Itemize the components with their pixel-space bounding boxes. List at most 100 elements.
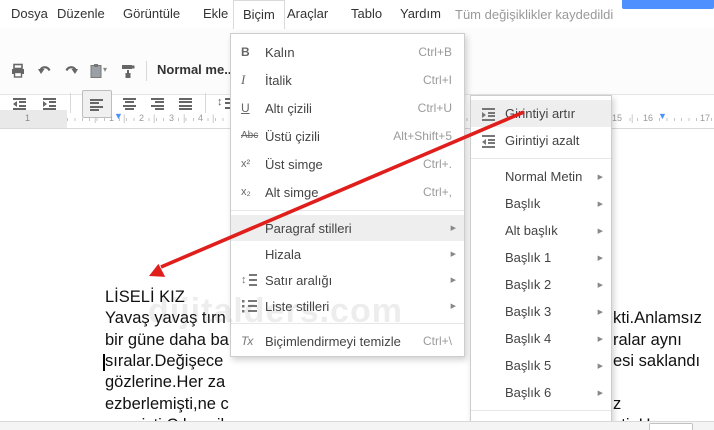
undo-icon[interactable] xyxy=(33,59,57,83)
align-right-icon[interactable] xyxy=(146,91,170,115)
format-menu-item[interactable]: U Altı çizili Ctrl+U xyxy=(231,94,464,122)
format-menu-item[interactable]: x₂ Alt simge Ctrl+, xyxy=(231,178,464,206)
menu-item-icon: B xyxy=(241,45,250,59)
menu-item-icon xyxy=(241,299,265,313)
increase-indent-icon[interactable] xyxy=(38,91,62,115)
menubar-item[interactable]: Ekle xyxy=(194,0,237,27)
menubar-item[interactable]: Yardım xyxy=(391,0,450,27)
format-menu-item[interactable]: Liste stilleri ▶ xyxy=(231,293,464,319)
scrollbar-thumb[interactable] xyxy=(649,423,693,430)
submenu-item[interactable]: Başlık ▶ xyxy=(471,190,611,217)
paste-dropdown-caret-icon[interactable]: ▾ xyxy=(103,65,107,74)
format-menu-item[interactable]: x² Üst simge Ctrl+. xyxy=(231,150,464,178)
menubar-item[interactable]: Tablo xyxy=(342,0,391,27)
menu-item-shortcut: Ctrl+, xyxy=(422,185,452,199)
submenu-item[interactable]: Girintiyi azalt xyxy=(471,127,611,154)
submenu-arrow-icon: ▶ xyxy=(597,362,603,370)
menu-item-label: Alt başlık xyxy=(505,223,558,238)
document-text-left[interactable]: ezberlemişti,ne c xyxy=(105,395,229,414)
format-menu-item[interactable]: Abc Üstü çizili Alt+Shift+5 xyxy=(231,122,464,150)
paragraph-style-dropdown[interactable]: Normal me... xyxy=(157,62,235,77)
menu-item-shortcut: Ctrl+. xyxy=(422,157,452,171)
format-menu-item[interactable]: B Kalın Ctrl+B xyxy=(231,38,464,66)
submenu-arrow-icon: ▶ xyxy=(597,308,603,316)
menu-item-icon xyxy=(231,323,255,324)
menu-item-icon: Abc xyxy=(241,130,259,141)
menu-item-label: Girintiyi artır xyxy=(505,106,576,121)
decrease-indent-icon[interactable] xyxy=(8,91,32,115)
submenu-item[interactable]: Başlık 4 ▶ xyxy=(471,325,611,352)
menubar-item[interactable]: Araçlar xyxy=(278,0,337,27)
text-cursor xyxy=(103,354,105,371)
menubar-item[interactable]: Görüntüle xyxy=(114,0,189,27)
toolbar-separator xyxy=(205,93,206,113)
submenu-arrow-icon: ▶ xyxy=(450,225,456,232)
menu-item-icon xyxy=(481,359,505,373)
menu-item-icon: x₂ xyxy=(241,186,251,198)
submenu-item[interactable] xyxy=(471,158,611,159)
menubar-item[interactable]: Düzenle xyxy=(48,0,114,27)
format-menu: B Kalın Ctrl+B I İtalik Ctrl+I U Altı çi… xyxy=(230,33,465,357)
submenu-arrow-icon: ▶ xyxy=(597,389,603,397)
submenu-item[interactable]: Başlık 3 ▶ xyxy=(471,298,611,325)
document-text-left[interactable]: bir güne daha ba xyxy=(105,331,229,350)
horizontal-scrollbar[interactable] xyxy=(0,421,714,430)
ruler-mark: ▼ xyxy=(658,111,667,121)
ruler-mark: 4 xyxy=(197,113,205,123)
format-menu-item[interactable]: Tx Biçimlendirmeyi temizle Ctrl+\ xyxy=(231,328,464,354)
menu-item-label: Başlık 6 xyxy=(505,385,552,400)
menu-item-icon: Tx xyxy=(241,334,253,348)
submenu-item[interactable]: Başlık 5 ▶ xyxy=(471,352,611,379)
document-text-right[interactable]: z xyxy=(613,395,621,414)
justify-icon[interactable] xyxy=(174,91,198,115)
submenu-item[interactable]: Başlık 2 ▶ xyxy=(471,271,611,298)
menu-item-icon xyxy=(471,158,495,159)
menu-item-label: İtalik xyxy=(265,72,292,88)
menu-item-label: Alt simge xyxy=(265,184,319,200)
submenu-item[interactable]: Normal Metin ▶ xyxy=(471,163,611,190)
menu-item-label: Kalın xyxy=(265,44,295,60)
submenu-arrow-icon: ▶ xyxy=(597,335,603,343)
document-text-left[interactable]: sıralar.Değişece xyxy=(105,352,223,371)
format-menu-item[interactable] xyxy=(231,210,464,211)
google-docs-window: Dosya Düzenle Görüntüle Ekle Biçim Araçl… xyxy=(0,0,714,430)
submenu-item[interactable]: Alt başlık ▶ xyxy=(471,217,611,244)
align-center-icon[interactable] xyxy=(118,91,142,115)
print-icon[interactable] xyxy=(6,59,30,83)
menu-item-icon xyxy=(471,410,495,411)
menu-item-shortcut: Ctrl+U xyxy=(417,101,452,115)
menu-item-label: Biçimlendirmeyi temizle xyxy=(265,333,401,349)
document-text-left[interactable]: gözlerine.Her za xyxy=(105,373,225,392)
menubar-item[interactable]: Biçim xyxy=(233,0,285,29)
submenu-item[interactable]: Başlık 6 ▶ xyxy=(471,379,611,406)
menu-item-icon xyxy=(481,251,505,265)
document-text-left[interactable]: LİSELİ KIZ xyxy=(105,288,185,307)
document-text-right[interactable]: esi saklandı xyxy=(613,352,700,371)
toolbar-separator xyxy=(70,93,71,113)
submenu-arrow-icon: ▶ xyxy=(597,281,603,289)
paint-format-icon[interactable] xyxy=(116,59,140,83)
document-text-right[interactable]: ralar aynı xyxy=(613,331,682,350)
submenu-arrow-icon: ▶ xyxy=(450,251,456,258)
format-menu-item[interactable]: Satır aralığı ▶ xyxy=(231,267,464,293)
menu-item-icon xyxy=(241,273,265,287)
redo-icon[interactable] xyxy=(59,59,83,83)
menu-item-icon xyxy=(481,305,505,319)
menu-item-icon xyxy=(481,386,505,400)
ruler-mark: | xyxy=(631,113,634,123)
menu-item-icon xyxy=(481,278,505,292)
format-menu-item[interactable]: I İtalik Ctrl+I xyxy=(231,66,464,94)
submenu-item[interactable]: Girintiyi artır xyxy=(471,100,611,127)
share-button[interactable] xyxy=(622,0,714,9)
align-left-icon[interactable] xyxy=(82,90,112,118)
format-menu-item[interactable]: Hizala ▶ xyxy=(231,241,464,267)
format-menu-item[interactable] xyxy=(231,323,464,324)
document-text-left[interactable]: Yavaş yavaş tırn xyxy=(105,309,226,328)
menu-item-icon xyxy=(241,247,265,261)
format-menu-item[interactable]: Paragraf stilleri ▶ xyxy=(231,215,464,241)
submenu-item[interactable]: Başlık 1 ▶ xyxy=(471,244,611,271)
menubar: Dosya Düzenle Görüntüle Ekle Biçim Araçl… xyxy=(0,0,714,29)
submenu-item[interactable] xyxy=(471,410,611,411)
document-text-right[interactable]: kti.Anlamsız xyxy=(613,309,702,328)
menu-item-icon: U xyxy=(241,101,250,115)
